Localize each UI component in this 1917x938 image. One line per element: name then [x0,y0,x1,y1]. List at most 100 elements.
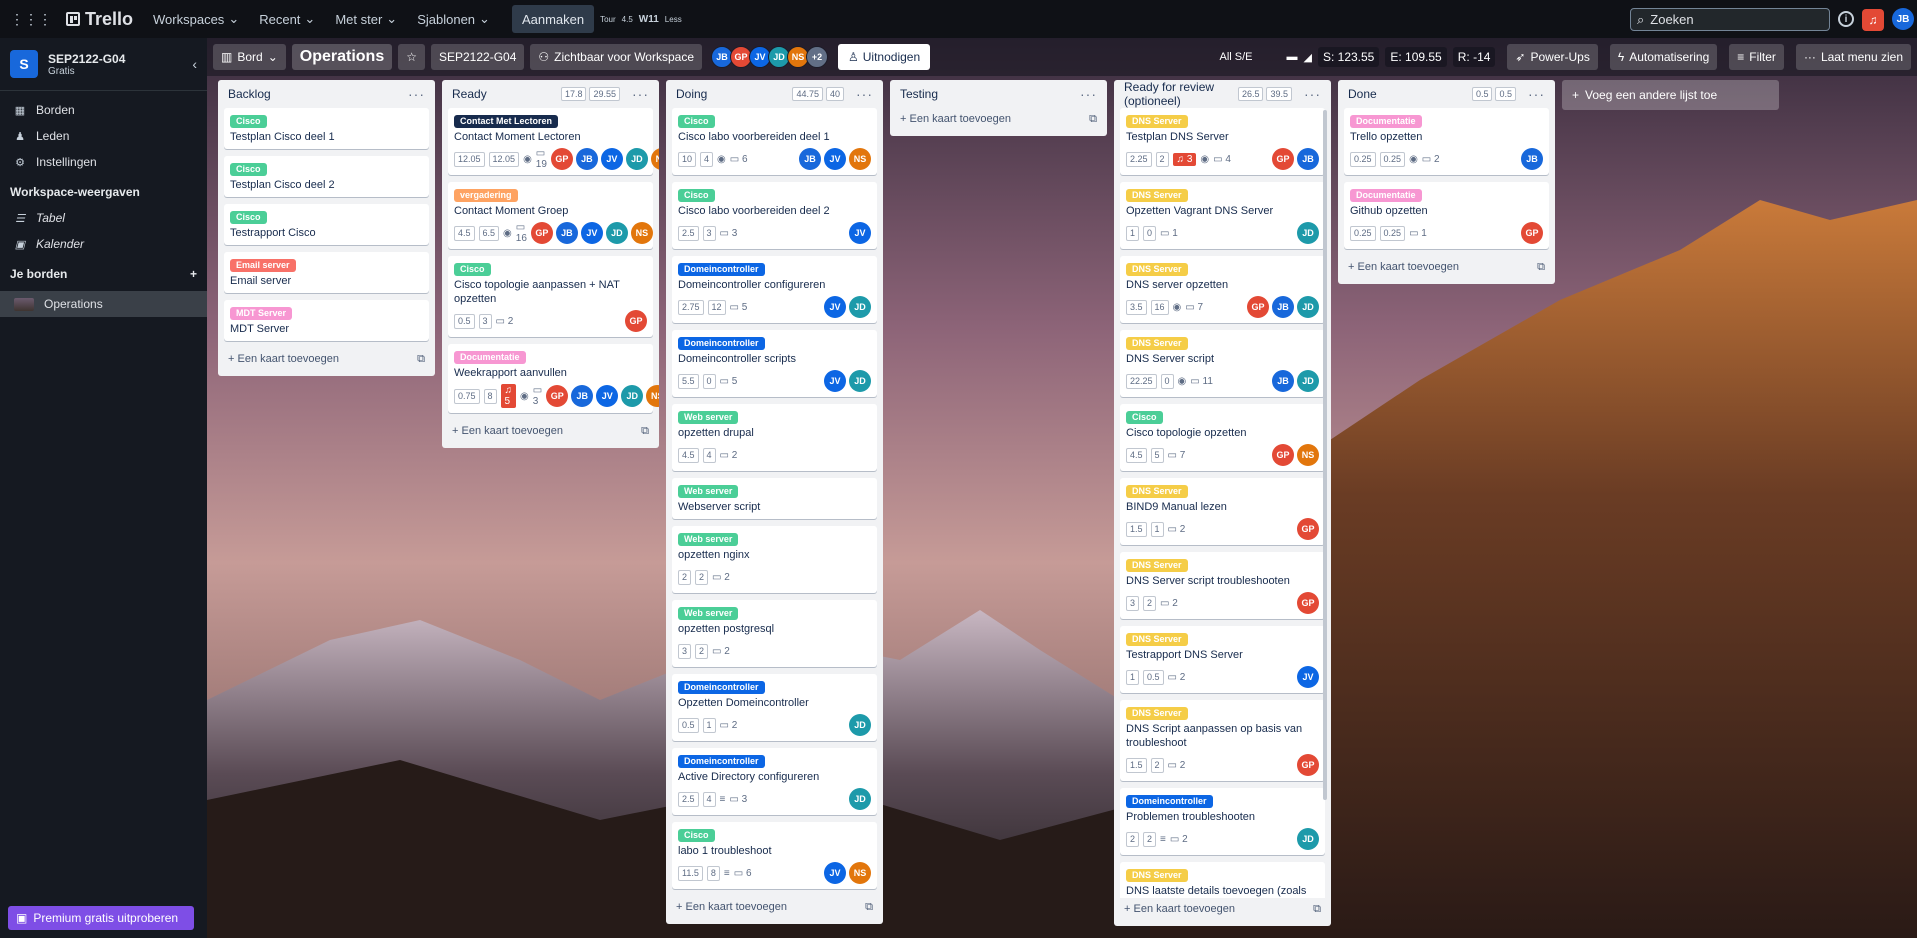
member-avatar[interactable]: NS [849,148,871,170]
apps-grid-icon[interactable]: ⋮⋮⋮ [0,5,62,33]
list-title[interactable]: Testing [900,87,938,101]
member-avatar[interactable]: JV [824,370,846,392]
filter-button[interactable]: ≡ Filter [1729,44,1784,70]
more-icon[interactable]: ··· [856,86,873,102]
card[interactable]: DNS Server DNS server opzetten 3.5 16 ◉ ▭ 7 GP… [1120,256,1325,323]
member-avatar[interactable]: GP [1521,222,1543,244]
card[interactable]: Domeincontroller Opzetten Domeincontrolle… [672,674,877,741]
card[interactable]: Email server Email server [224,252,429,293]
member-avatar[interactable]: JB [571,385,594,407]
add-card-button[interactable]: + Een kaart toevoegen ⧉ [890,108,1107,130]
template-icon[interactable]: ⧉ [641,425,649,438]
nav-starred[interactable]: Met ster ⌄ [325,5,407,33]
card[interactable]: DNS Server DNS Server script 22.25 0 ◉ ▭ 11 JB… [1120,330,1325,397]
member-avatar[interactable]: JV [824,148,846,170]
member-avatar[interactable]: GP [1297,592,1319,614]
template-icon[interactable]: ⧉ [1089,113,1097,126]
list-title[interactable]: Ready [452,87,487,101]
member-avatar[interactable]: JB [799,148,821,170]
user-avatar[interactable]: JB [1892,8,1914,30]
member-avatar[interactable]: NS [630,222,653,244]
member-avatar[interactable]: JD [625,148,648,170]
more-members-badge[interactable]: +2 [806,46,828,68]
member-avatar[interactable]: GP [530,222,553,244]
card[interactable]: Contact Met Lectoren Contact Moment Lecto… [448,108,659,175]
automation-button[interactable]: ϟ Automatisering [1609,44,1718,70]
template-icon[interactable]: ⧉ [1313,903,1321,916]
member-avatar[interactable]: GP [1247,296,1269,318]
card[interactable]: Documentatie Github opzetten 0.25 0.25 ▭ 1 GP [1344,182,1549,249]
member-avatar[interactable]: JD [1297,828,1319,850]
card[interactable]: Cisco Testplan Cisco deel 2 [224,156,429,197]
card[interactable]: DNS Server DNS Script aanpassen op basis … [1120,700,1325,781]
card[interactable]: Web server opzetten nginx 2 2 ▭ 2 [672,526,877,593]
sidebar-item-leden[interactable]: ♟ Leden [0,123,207,149]
sidebar-item-borden[interactable]: ▦ Borden [0,97,207,123]
card[interactable]: MDT Server MDT Server [224,300,429,341]
card[interactable]: Web server Webserver script [672,478,877,519]
nav-recent[interactable]: Recent ⌄ [249,5,325,33]
member-avatar[interactable]: NS [1297,444,1319,466]
list-header[interactable]: Doing 44.75 40 ··· [666,80,883,108]
add-card-button[interactable]: + Een kaart toevoegen ⧉ [1338,256,1555,278]
card[interactable]: Documentatie Weekrapport aanvullen 0.75 8 ♫ … [448,344,659,413]
member-avatar[interactable]: JD [849,788,871,810]
member-avatar[interactable]: NS [646,385,659,407]
info-icon[interactable]: i [1838,11,1854,27]
all-se-toggle[interactable]: All S/E [1220,51,1253,63]
card[interactable]: DNS Server Testrapport DNS Server 1 0.5 ▭ 2J… [1120,626,1325,693]
member-avatar[interactable]: JB [1521,148,1543,170]
card[interactable]: Domeincontroller Problemen troubleshooten… [1120,788,1325,855]
member-avatar[interactable]: GP [1297,518,1319,540]
member-avatar[interactable]: GP [546,385,569,407]
card[interactable]: Cisco Testplan Cisco deel 1 [224,108,429,149]
add-card-button[interactable]: + Een kaart toevoegen ⧉ [1114,898,1331,920]
plus-icon[interactable]: + [190,267,197,281]
star-icon[interactable]: ☆ [398,44,425,70]
member-avatar[interactable]: JB [1272,370,1294,392]
more-icon[interactable]: ··· [1528,86,1545,102]
member-avatar[interactable]: GP [625,310,647,332]
member-avatar[interactable]: JD [849,714,871,736]
card[interactable]: DNS Server DNS laatste details toevoegen … [1120,862,1325,898]
member-avatar[interactable]: GP [1272,444,1294,466]
member-avatar[interactable]: JD [1297,296,1319,318]
card[interactable]: Cisco Cisco topologie opzetten 4.5 5 ▭ 7 GP NS [1120,404,1325,471]
extension-w11[interactable]: W11 [639,14,659,25]
more-icon[interactable]: ··· [408,86,425,102]
card[interactable]: Web server opzetten drupal 4.5 4 ▭ 2 [672,404,877,471]
extension-value[interactable]: 4.5 [622,15,633,24]
card[interactable]: DNS Server Testplan DNS Server 2.25 2 ♫ 3 ◉ ▭ … [1120,108,1325,175]
add-card-button[interactable]: + Een kaart toevoegen ⧉ [442,420,659,442]
search-input[interactable]: ⌕ Zoeken [1630,8,1830,31]
member-avatar[interactable]: JV [600,148,623,170]
nav-workspaces[interactable]: Workspaces ⌄ [143,5,249,33]
member-avatar[interactable]: JB [575,148,598,170]
card[interactable]: Web server opzetten postgresql 3 2 ▭ 2 [672,600,877,667]
card-icon[interactable]: ▬ [1287,51,1298,63]
member-avatar[interactable]: JD [621,385,644,407]
member-avatar[interactable]: NS [650,148,659,170]
member-avatar[interactable]: JD [605,222,628,244]
board-title[interactable]: Operations [291,44,393,70]
more-icon[interactable]: ··· [1304,86,1321,102]
list-title[interactable]: Done [1348,87,1377,101]
list-title[interactable]: Doing [676,87,707,101]
member-avatar[interactable]: JB [1297,148,1319,170]
add-card-button[interactable]: + Een kaart toevoegen ⧉ [218,348,435,370]
invite-button[interactable]: ♙ Uitnodigen [838,44,931,70]
workspace-header[interactable]: S SEP2122-G04 Gratis ‹ [0,38,207,91]
list-title[interactable]: Backlog [228,87,271,101]
create-button[interactable]: Aanmaken [511,5,595,33]
template-icon[interactable]: ⧉ [865,901,873,914]
list-header[interactable]: Ready for review (optioneel) 26.5 39.5 ··· [1114,80,1331,108]
add-list-button[interactable]: + Voeg een andere lijst toe [1562,80,1779,110]
extension-tour[interactable]: Tour [600,15,616,24]
card[interactable]: DNS Server Opzetten Vagrant DNS Server 1 0 ▭… [1120,182,1325,249]
member-avatar[interactable]: JV [824,862,846,884]
sidebar-board-operations[interactable]: Operations [0,291,207,317]
premium-trial-button[interactable]: ▣ Premium gratis uitproberen [8,906,194,930]
card[interactable]: DNS Server BIND9 Manual lezen 1.5 1 ▭ 2 GP [1120,478,1325,545]
member-avatar[interactable]: JB [1272,296,1294,318]
list-header[interactable]: Done 0.5 0.5 ··· [1338,80,1555,108]
